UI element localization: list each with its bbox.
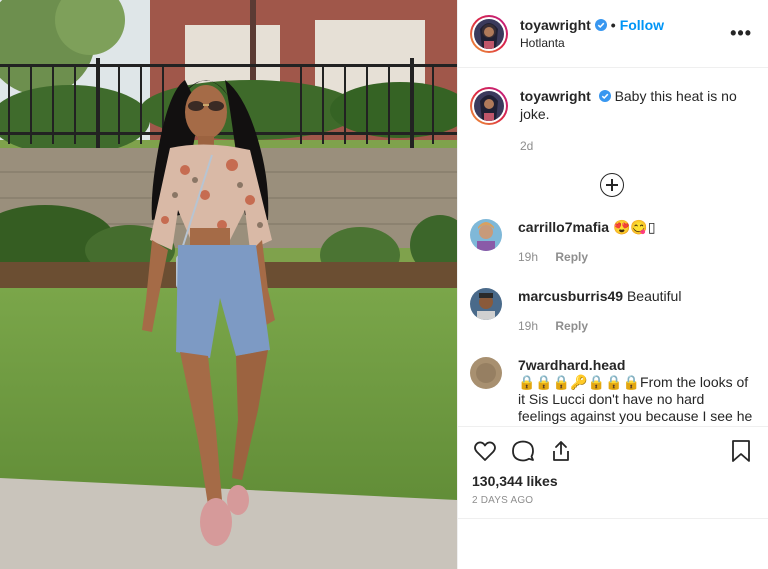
avatar-image (474, 91, 504, 121)
comment-text: 🔒🔒🔒🔑🔒🔒🔒From the looks of it Sis Lucci do… (518, 374, 753, 426)
comment-username[interactable]: carrillo7mafia (518, 219, 609, 235)
bookmark-icon[interactable] (728, 438, 754, 464)
instagram-post: toyawright • Follow Hotlanta ••• toyawri… (0, 0, 768, 569)
post-image (0, 0, 457, 569)
caption-time[interactable]: 2d (520, 137, 754, 155)
post-side-panel: toyawright • Follow Hotlanta ••• toyawri… (457, 0, 768, 569)
like-count[interactable]: 130,344 likes (472, 473, 754, 489)
heart-icon[interactable] (472, 438, 498, 464)
comment-item: 7wardhard.head 🔒🔒🔒🔑🔒🔒🔒From the looks of … (470, 357, 754, 426)
reply-button[interactable]: Reply (555, 319, 588, 333)
post-location[interactable]: Hotlanta (520, 36, 728, 50)
post-photo[interactable] (0, 0, 457, 569)
author-avatar[interactable] (470, 14, 508, 53)
comment-time[interactable]: 19h (518, 319, 538, 333)
caption-author-avatar[interactable] (470, 87, 508, 125)
comment-username[interactable]: 7wardhard.head (518, 357, 754, 374)
post-caption: toyawright Baby this heat is no joke. 2d (470, 87, 754, 155)
avatar-image (470, 288, 502, 320)
avatar-image (470, 357, 502, 389)
comments-list[interactable]: toyawright Baby this heat is no joke. 2d (458, 69, 768, 426)
comment-text: Beautiful (626, 288, 682, 304)
follow-button[interactable]: Follow (620, 17, 664, 33)
load-more-icon[interactable] (600, 173, 624, 197)
load-more-comments (470, 173, 754, 197)
avatar-image (474, 18, 504, 49)
caption-username[interactable]: toyawright (520, 88, 591, 104)
comment-icon[interactable] (510, 438, 536, 464)
reply-button[interactable]: Reply (555, 250, 588, 264)
post-actions: 130,344 likes 2 DAYS AGO (458, 426, 768, 518)
verified-badge-icon (598, 90, 611, 102)
comment-item: carrillo7mafia 😍😋▯ 19h Reply (470, 219, 754, 266)
post-date[interactable]: 2 DAYS AGO (472, 495, 754, 506)
avatar-image (470, 219, 502, 251)
commenter-avatar[interactable] (470, 219, 502, 251)
add-comment-area (458, 518, 768, 569)
comment-time[interactable]: 19h (518, 250, 538, 264)
post-header: toyawright • Follow Hotlanta ••• (458, 0, 768, 68)
comment-username[interactable]: marcusburris49 (518, 288, 623, 304)
share-icon[interactable] (548, 438, 574, 464)
separator-dot: • (610, 17, 616, 33)
comment-text: 😍😋▯ (612, 219, 656, 235)
author-username[interactable]: toyawright (520, 17, 591, 33)
commenter-avatar[interactable] (470, 288, 502, 320)
commenter-avatar[interactable] (470, 357, 502, 389)
more-options-icon[interactable]: ••• (728, 23, 754, 44)
verified-badge-icon (594, 19, 607, 31)
comment-item: marcusburris49 Beautiful 19h Reply (470, 288, 754, 335)
